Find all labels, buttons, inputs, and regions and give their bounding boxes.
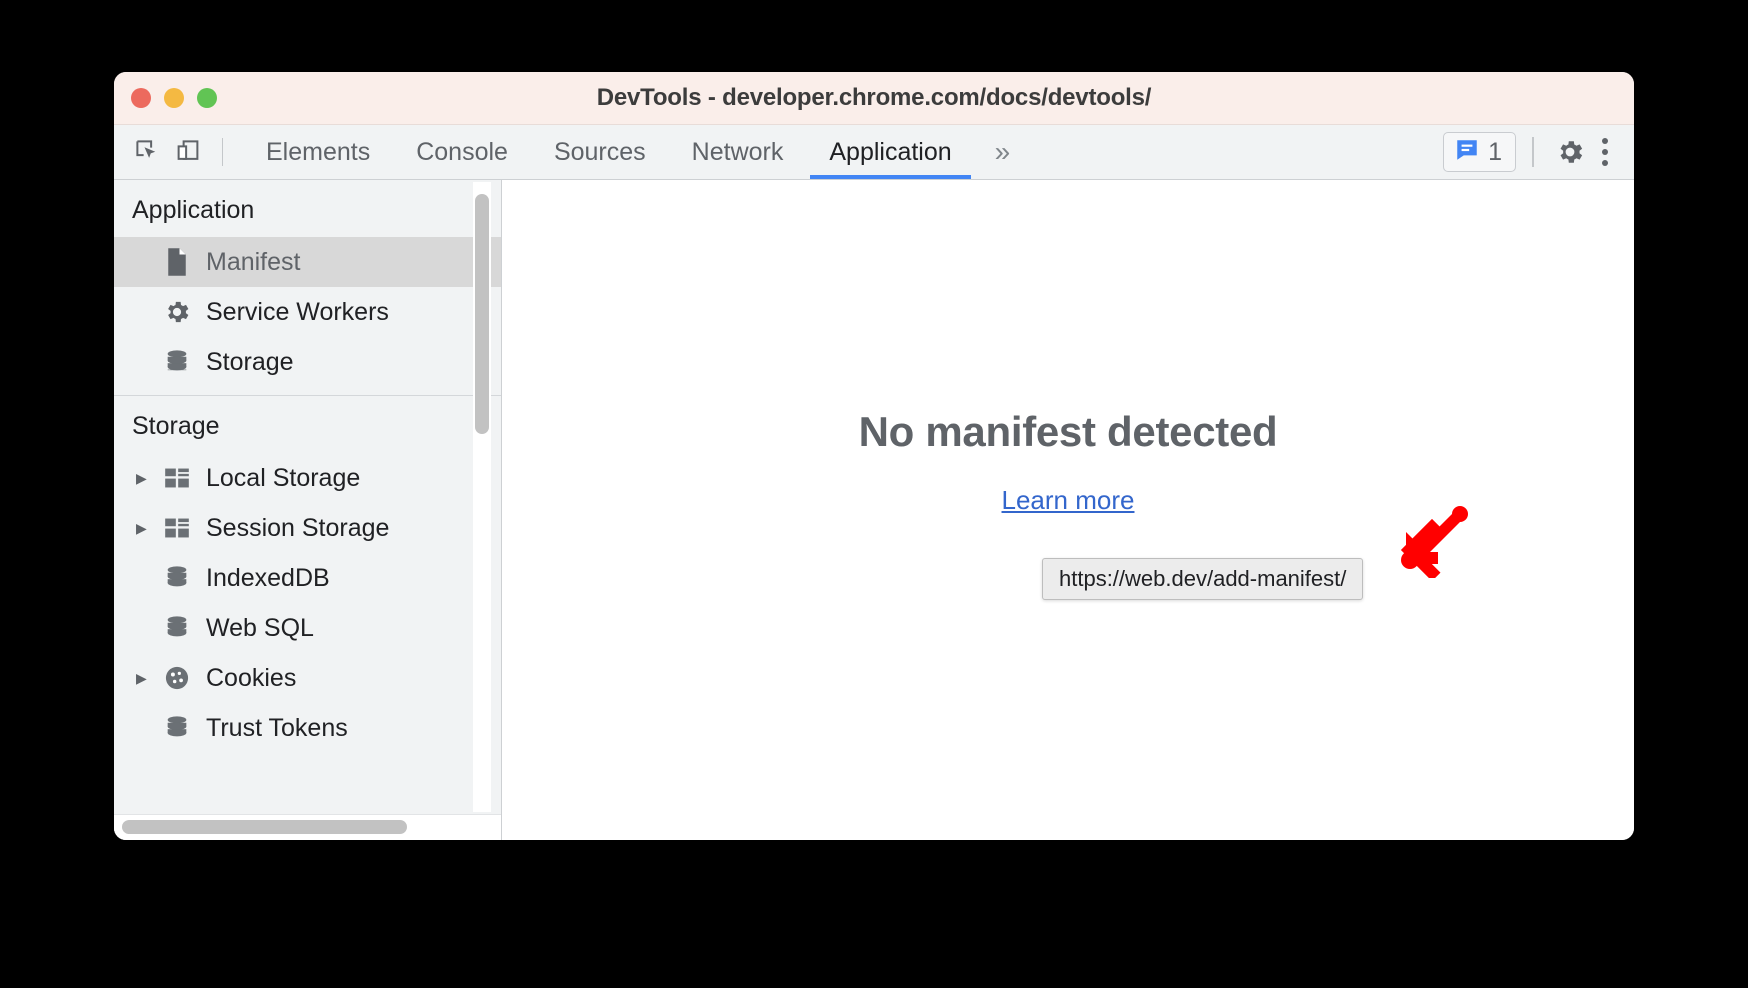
close-window-button[interactable] — [131, 88, 151, 108]
sidebar-item-cookies[interactable]: ▶ Cookies — [114, 653, 501, 703]
tab-label: Network — [692, 138, 784, 167]
document-icon — [160, 245, 194, 279]
sidebar-item-label: Service Workers — [206, 298, 389, 327]
devtools-body: Application ▶ Manifest ▶ — [114, 180, 1634, 840]
kebab-dot — [1602, 138, 1608, 144]
devtools-window: DevTools - developer.chrome.com/docs/dev… — [114, 72, 1634, 840]
window-titlebar: DevTools - developer.chrome.com/docs/dev… — [114, 72, 1634, 125]
table-icon — [160, 461, 194, 495]
sidebar-item-label: Storage — [206, 348, 294, 377]
sidebar-item-label: Web SQL — [206, 614, 314, 643]
twisty-icon[interactable]: ▶ — [136, 471, 158, 485]
sidebar-item-service-workers[interactable]: ▶ Service Workers — [114, 287, 501, 337]
issues-badge[interactable]: 1 — [1443, 132, 1516, 172]
database-icon — [160, 711, 194, 745]
manifest-panel: No manifest detected Learn more https://… — [502, 180, 1634, 840]
sidebar-item-label: Local Storage — [206, 464, 360, 493]
twisty-icon[interactable]: ▶ — [136, 671, 158, 685]
kebab-dot — [1602, 160, 1608, 166]
tab-label: Console — [416, 138, 508, 167]
window-title: DevTools - developer.chrome.com/docs/dev… — [114, 84, 1634, 112]
empty-state-title: No manifest detected — [502, 408, 1634, 456]
inspect-element-icon[interactable] — [128, 132, 168, 172]
sidebar-section-heading-storage: Storage — [114, 396, 501, 453]
link-url-tooltip: https://web.dev/add-manifest/ — [1042, 558, 1363, 600]
tab-console[interactable]: Console — [393, 125, 531, 179]
devtools-toolbar: Elements Console Sources Network Applica… — [114, 125, 1634, 180]
toolbar-divider — [222, 138, 223, 166]
tab-label: Elements — [266, 138, 370, 167]
gear-icon[interactable] — [1550, 132, 1590, 172]
toolbar-right-group: 1 — [1443, 130, 1634, 174]
sidebar-item-label: Session Storage — [206, 514, 389, 543]
toolbar-divider-right — [1532, 137, 1534, 167]
device-toolbar-icon[interactable] — [168, 132, 208, 172]
panel-tabs: Elements Console Sources Network Applica… — [243, 125, 1030, 179]
sidebar-item-storage[interactable]: ▶ Storage — [114, 337, 501, 387]
database-icon — [160, 611, 194, 645]
sidebar-item-label: IndexedDB — [206, 564, 330, 593]
database-icon — [160, 561, 194, 595]
sidebar-item-label: Manifest — [206, 248, 300, 277]
sidebar-section-heading-application: Application — [114, 180, 501, 237]
tab-elements[interactable]: Elements — [243, 125, 393, 179]
sidebar-vertical-scrollbar-thumb[interactable] — [475, 194, 489, 434]
tab-sources[interactable]: Sources — [531, 125, 669, 179]
sidebar-item-indexeddb[interactable]: ▶ IndexedDB — [114, 553, 501, 603]
application-sidebar: Application ▶ Manifest ▶ — [114, 180, 502, 840]
tab-label: Application — [829, 138, 951, 167]
table-icon — [160, 511, 194, 545]
sidebar-item-label: Cookies — [206, 664, 296, 693]
learn-more-link[interactable]: Learn more — [1002, 485, 1135, 516]
sidebar-item-trust-tokens[interactable]: ▶ Trust Tokens — [114, 703, 501, 753]
sidebar-horizontal-scrollbar-thumb[interactable] — [122, 820, 407, 834]
issues-count: 1 — [1488, 138, 1502, 167]
kebab-menu-icon[interactable] — [1590, 130, 1620, 174]
twisty-icon[interactable]: ▶ — [136, 521, 158, 535]
sidebar-item-label: Trust Tokens — [206, 714, 348, 743]
sidebar-item-session-storage[interactable]: ▶ Session Storage — [114, 503, 501, 553]
cookie-icon — [160, 661, 194, 695]
tab-network[interactable]: Network — [669, 125, 807, 179]
tab-application[interactable]: Application — [806, 125, 974, 179]
more-tabs-chevron-icon[interactable]: » — [975, 125, 1031, 179]
sidebar-item-local-storage[interactable]: ▶ Local Storage — [114, 453, 501, 503]
sidebar-item-manifest[interactable]: ▶ Manifest — [114, 237, 501, 287]
sidebar-scroll-area: Application ▶ Manifest ▶ — [114, 180, 501, 814]
red-arrow-annotation — [1392, 498, 1472, 578]
kebab-dot — [1602, 149, 1608, 155]
gear-icon — [160, 295, 194, 329]
minimize-window-button[interactable] — [164, 88, 184, 108]
maximize-window-button[interactable] — [197, 88, 217, 108]
tab-label: Sources — [554, 138, 646, 167]
issues-message-icon — [1454, 137, 1480, 168]
sidebar-item-web-sql[interactable]: ▶ Web SQL — [114, 603, 501, 653]
database-icon — [160, 345, 194, 379]
traffic-lights — [131, 88, 217, 108]
